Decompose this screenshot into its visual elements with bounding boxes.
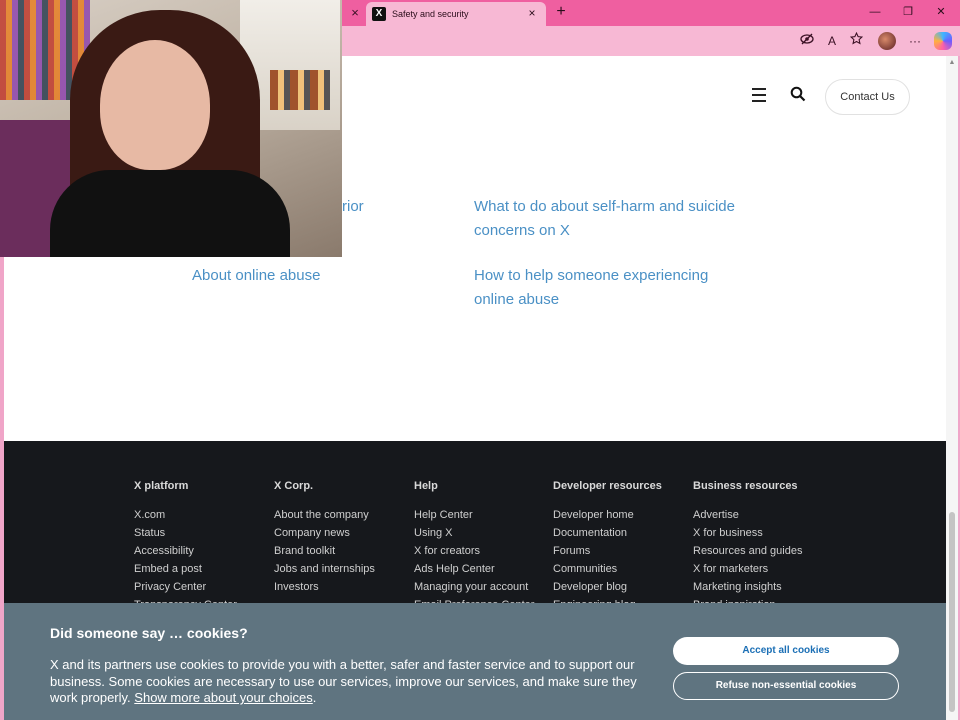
x-logo-icon: X [372,7,386,21]
footer-link[interactable]: About the company [274,506,375,524]
page-scrollbar[interactable]: ▲ [946,56,958,720]
link-help-someone-online-abuse[interactable]: How to help someone experiencing online … [474,264,744,312]
footer-link[interactable]: Developer home [553,506,662,524]
minimize-button[interactable]: — [864,2,886,22]
footer-column-x-platform: X platform X.com Status Accessibility Em… [134,479,237,614]
more-options-icon[interactable]: ··· [905,31,925,51]
footer-link[interactable]: Investors [274,578,375,596]
footer-link[interactable]: Company news [274,524,375,542]
footer-link[interactable]: Brand toolkit [274,542,375,560]
footer-link[interactable]: Jobs and internships [274,560,375,578]
tab-title: Safety and security [392,9,469,19]
maximize-button[interactable]: ❐ [897,2,919,22]
footer-link[interactable]: Communities [553,560,662,578]
footer-link[interactable]: Embed a post [134,560,237,578]
footer-column-title: Business resources [693,480,798,492]
footer-link[interactable]: X for creators [414,542,534,560]
profile-avatar[interactable] [878,32,896,50]
footer-column-developer-resources: Developer resources Developer home Docum… [553,479,662,614]
webcam-overlay [0,0,342,257]
favorite-star-icon[interactable] [846,31,866,51]
link-partial-behavior[interactable]: rior [342,195,364,219]
cookie-body-end: . [312,690,317,705]
footer-link[interactable]: Developer blog [553,578,662,596]
scroll-thumb[interactable] [949,512,955,712]
footer-column-title: Help [414,480,438,492]
footer-column-title: X Corp. [274,480,314,492]
webcam-shelf-items [270,70,330,110]
webcam-person-face [100,40,210,170]
footer-column-help: Help Help Center Using X X for creators … [414,479,534,614]
read-aloud-icon[interactable]: A [822,31,842,51]
footer-column-title: Developer resources [553,480,662,492]
accept-all-cookies-button[interactable]: Accept all cookies [673,637,899,665]
footer-column-title: X platform [134,480,189,492]
cookie-banner-title: Did someone say … cookies? [50,625,248,641]
footer-link[interactable]: Forums [553,542,662,560]
footer-link[interactable]: Marketing insights [693,578,802,596]
tab-close-icon[interactable]: × [524,5,540,21]
new-tab-button[interactable]: + [552,2,570,22]
footer-link[interactable]: Using X [414,524,534,542]
footer-link[interactable]: Resources and guides [693,542,802,560]
footer-link[interactable]: Help Center [414,506,534,524]
refuse-non-essential-cookies-button[interactable]: Refuse non-essential cookies [673,672,899,700]
footer-link[interactable]: X for business [693,524,802,542]
webcam-person-body [50,170,290,257]
scroll-up-arrow-icon[interactable]: ▲ [947,58,957,68]
search-icon[interactable] [790,86,808,104]
window-close-button[interactable]: ✕ [930,2,952,22]
footer-column-x-corp: X Corp. About the company Company news B… [274,479,375,596]
tab-safety-and-security[interactable]: X Safety and security × [366,2,546,26]
footer-link[interactable]: Documentation [553,524,662,542]
footer-link[interactable]: Privacy Center [134,578,237,596]
previous-tab-close-icon[interactable]: × [346,4,364,22]
footer-link[interactable]: Advertise [693,506,802,524]
cookie-banner-text: X and its partners use cookies to provid… [50,657,650,707]
contact-us-button[interactable]: Contact Us [825,79,910,115]
footer-column-business-resources: Business resources Advertise X for busin… [693,479,802,614]
link-self-harm-suicide[interactable]: What to do about self-harm and suicide c… [474,195,774,243]
cookie-banner: Did someone say … cookies? X and its par… [4,603,946,720]
tracking-prevention-icon[interactable] [797,31,817,51]
footer-link[interactable]: Accessibility [134,542,237,560]
footer-link[interactable]: Status [134,524,237,542]
footer-link[interactable]: X for marketers [693,560,802,578]
footer-link[interactable]: X.com [134,506,237,524]
footer-link[interactable]: Ads Help Center [414,560,534,578]
link-about-online-abuse[interactable]: About online abuse [192,264,320,288]
copilot-icon[interactable] [934,32,952,50]
footer-link[interactable]: Managing your account [414,578,534,596]
show-more-choices-link[interactable]: Show more about your choices [134,690,312,705]
hamburger-menu-icon[interactable] [752,88,768,102]
